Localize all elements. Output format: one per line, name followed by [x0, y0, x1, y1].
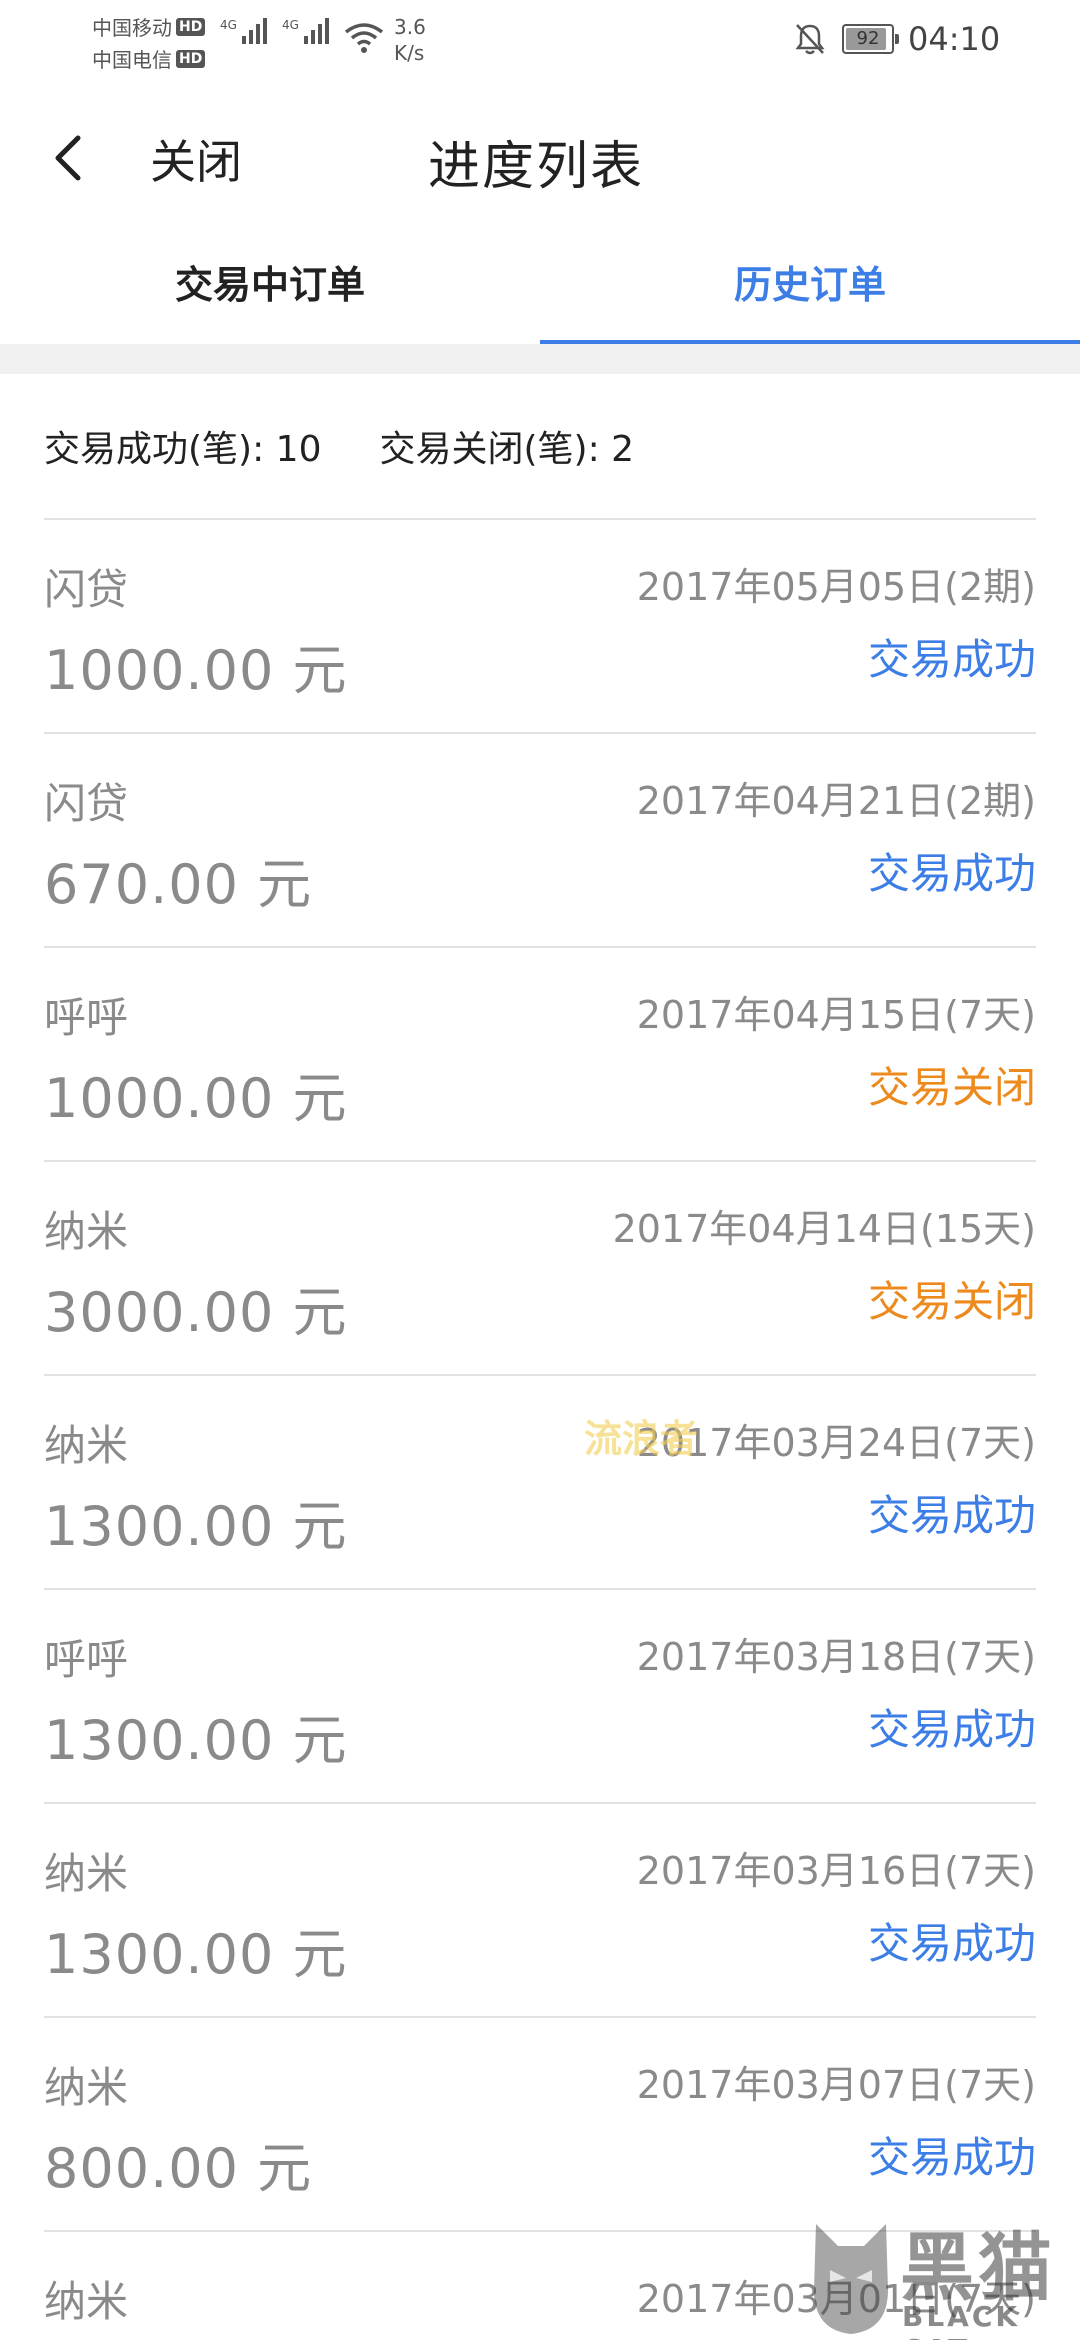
- speed-unit: K/s: [394, 41, 425, 65]
- hd-badge: HD: [176, 17, 206, 36]
- order-date: 2017年04月21日(2期): [636, 779, 1036, 823]
- order-product-name: 纳米: [44, 1421, 129, 1470]
- order-tabs: 交易中订单 历史订单: [0, 232, 1080, 346]
- bell-off-icon: [795, 24, 825, 55]
- status-time: 04:10: [908, 20, 1001, 58]
- watermark-text: 流浪者: [584, 1417, 699, 1461]
- section-divider: [0, 344, 1080, 374]
- carrier-2-label: 中国电信: [92, 48, 172, 72]
- order-row[interactable]: 纳米 2017年03月07日(7天) 800.00 元 交易成功: [44, 2016, 1036, 2230]
- tab-history-orders[interactable]: 历史订单: [540, 232, 1080, 346]
- closed-count: 交易关闭(笔): 2: [379, 429, 635, 470]
- order-status: 交易成功: [867, 849, 1036, 898]
- order-product-name: 闪贷: [44, 779, 129, 828]
- order-date: 2017年04月14日(15天): [612, 1207, 1036, 1251]
- order-status: 交易成功: [867, 2133, 1036, 2182]
- order-status: 交易成功: [867, 1491, 1036, 1540]
- order-product-name: 闪贷: [44, 565, 129, 614]
- order-date: 2017年03月07日(7天): [636, 2063, 1036, 2107]
- order-status: 交易关闭: [867, 1063, 1036, 1112]
- order-product-name: 纳米: [44, 1849, 129, 1898]
- network-speed: 3.6 K/s: [394, 14, 426, 66]
- network-type-1: 4G: [220, 18, 237, 32]
- battery-icon: 92: [842, 24, 899, 54]
- order-amount: 3000.00 元: [44, 1281, 348, 1344]
- order-row[interactable]: 闪贷 2017年05月05日(2期) 1000.00 元 交易成功: [44, 518, 1036, 732]
- order-product-name: 呼呼: [44, 1635, 129, 1684]
- order-row[interactable]: 呼呼 2017年03月18日(7天) 1300.00 元 交易成功: [44, 1588, 1036, 1802]
- order-row[interactable]: 闪贷 2017年04月21日(2期) 670.00 元 交易成功: [44, 732, 1036, 946]
- order-product-name: 纳米: [44, 2277, 129, 2326]
- order-date: 2017年03月16日(7天): [636, 1849, 1036, 1893]
- order-amount: 1300.00 元: [44, 1923, 348, 1986]
- order-amount: 1300.00 元: [44, 1495, 348, 1558]
- order-date: 2017年03月18日(7天): [636, 1635, 1036, 1679]
- logo-text-cn: 黑猫: [900, 2225, 1056, 2311]
- order-status: 交易关闭: [867, 1277, 1036, 1326]
- hd-badge: HD: [176, 49, 206, 68]
- order-row[interactable]: 纳米 2017年03月24日(7天) 1300.00 元交易成功: [44, 1374, 1036, 1588]
- order-product-name: 纳米: [44, 2063, 129, 2112]
- order-summary: 交易成功(笔): 10 交易关闭(笔): 2: [44, 420, 634, 472]
- status-bar: 中国移动 HD 中国电信 HD 4G 4G 3.6 K/s 92 04:10: [0, 0, 1080, 80]
- order-date: 2017年05月05日(2期): [636, 565, 1036, 609]
- order-date: 2017年04月15日(7天): [636, 993, 1036, 1037]
- navigation-header: 关闭 进度列表: [0, 100, 1080, 220]
- tab-pending-orders[interactable]: 交易中订单: [0, 232, 540, 346]
- order-row[interactable]: 纳米 2017年03月16日(7天) 1300.00 元 交易成功: [44, 1802, 1036, 2016]
- black-cat-logo: 黑猫 BLACK CAT: [808, 2206, 1080, 2340]
- order-amount: 670.00 元: [44, 853, 313, 916]
- order-product-name: 纳米: [44, 1207, 129, 1256]
- carrier-1-label: 中国移动: [92, 16, 172, 40]
- order-list: 闪贷 2017年05月05日(2期) 1000.00 元交易成功 闪贷 2017年04月…: [44, 518, 1036, 2340]
- carrier-2: 中国电信 HD: [92, 44, 206, 73]
- signal-icon: 4G: [282, 18, 329, 44]
- network-type-2: 4G: [282, 18, 299, 32]
- order-amount: 1000.00 元: [44, 639, 348, 702]
- order-status: 交易成功: [867, 1919, 1036, 1968]
- chevron-left-icon[interactable]: [46, 128, 96, 188]
- wifi-icon: [344, 23, 384, 53]
- order-status: 交易成功: [867, 635, 1036, 684]
- order-row[interactable]: 呼呼 2017年04月15日(7天) 1000.00 元 交易关闭: [44, 946, 1036, 1160]
- logo-text-en: BLACK CAT: [902, 2300, 1021, 2340]
- order-amount: 1000.00 元: [44, 1067, 348, 1130]
- cat-logo-icon: [814, 2224, 888, 2334]
- signal-icon: 4G: [220, 18, 267, 44]
- carrier-1: 中国移动 HD: [92, 12, 206, 41]
- close-button[interactable]: 关闭: [150, 126, 242, 192]
- success-count: 交易成功(笔): 10: [44, 429, 322, 470]
- battery-level: 92: [856, 28, 880, 49]
- page-title: 进度列表: [428, 137, 645, 197]
- order-amount: 1300.00 元: [44, 1709, 348, 1772]
- order-row[interactable]: 纳米 2017年04月14日(15天) 3000.00 元 交易关闭: [44, 1160, 1036, 1374]
- order-status: 交易成功: [867, 1705, 1036, 1754]
- speed-value: 3.6: [394, 15, 426, 39]
- order-product-name: 呼呼: [44, 993, 129, 1042]
- order-amount: 800.00 元: [44, 2137, 313, 2200]
